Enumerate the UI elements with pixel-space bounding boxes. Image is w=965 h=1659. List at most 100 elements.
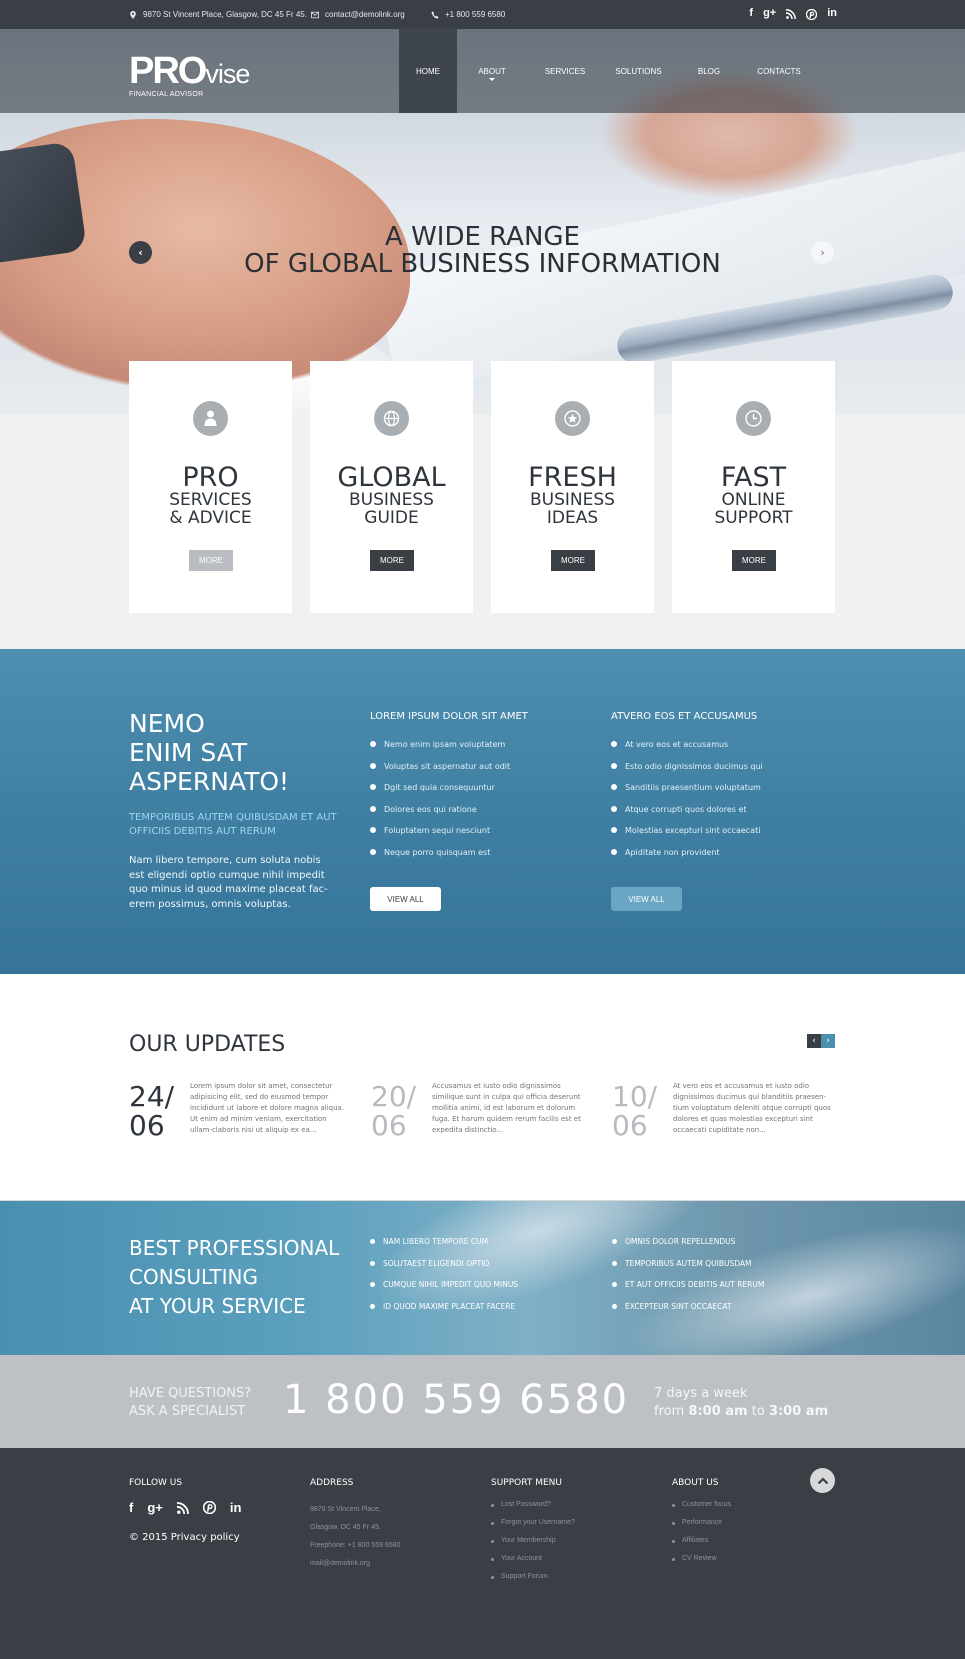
- list-item[interactable]: Apiditate non provident: [611, 848, 763, 870]
- list-item[interactable]: Neque porro quisquam est: [370, 848, 510, 870]
- facebook-icon[interactable]: f: [129, 1500, 133, 1515]
- slider-next-button[interactable]: ›: [811, 241, 834, 264]
- post-text-2[interactable]: Accusamus et iusto odio dignissimos simi…: [432, 1081, 590, 1136]
- google-plus-icon[interactable]: g+: [147, 1500, 163, 1515]
- footer-address: 9870 St Vincent Place, Glasgow, DC 45 Fr…: [310, 1506, 401, 1567]
- list-item[interactable]: At vero eos et accusamus: [611, 740, 763, 762]
- footer-link[interactable]: Forgot your Username?: [491, 1519, 575, 1537]
- updates-title: OUR UPDATES: [129, 1032, 286, 1057]
- bullet-icon: [370, 1239, 375, 1244]
- location-pin-icon: [130, 10, 136, 19]
- feature-title: FRESH: [528, 462, 617, 493]
- bullet-icon: [370, 1282, 375, 1288]
- feature-subtitle-1: ONLINE: [721, 490, 786, 510]
- footer-link[interactable]: Your Membership: [491, 1537, 575, 1555]
- footer-link[interactable]: Customer focus: [672, 1501, 731, 1519]
- copyright[interactable]: © 2015 Privacy policy: [129, 1532, 240, 1543]
- footer: FOLLOW US f g+ in © 2015 Privacy policy …: [0, 1448, 965, 1659]
- list-item[interactable]: Dolores eos qui ratione: [370, 805, 510, 827]
- google-plus-icon[interactable]: g+: [763, 7, 776, 20]
- nav-blog[interactable]: BLOG: [674, 29, 744, 113]
- footer-link[interactable]: Lost Password?: [491, 1501, 575, 1519]
- nav-about[interactable]: ABOUT: [457, 29, 527, 113]
- footer-link[interactable]: CV Review: [672, 1555, 731, 1573]
- list-item[interactable]: Dgit sed quia consequuntur: [370, 783, 510, 805]
- contact-band: HAVE QUESTIONS? ASK A SPECIALIST 1 800 5…: [0, 1355, 965, 1448]
- footer-about-menu: Customer focus Performance Affiliates CV…: [672, 1501, 731, 1573]
- feature-subtitle-1: BUSINESS: [349, 490, 434, 510]
- feature-subtitle-2: & ADVICE: [169, 508, 252, 528]
- rss-icon[interactable]: [176, 1502, 189, 1514]
- consulting-list-2: OMNIS DOLOR REPELLENDUS TEMPORIBUS AUTEM…: [612, 1237, 764, 1324]
- list-item[interactable]: Molestias excepturi sint occaecati: [611, 826, 763, 848]
- pinterest-icon[interactable]: [806, 9, 818, 20]
- list-item[interactable]: Sanditiis praesentium voluptatum: [611, 783, 763, 805]
- more-button[interactable]: MORE: [732, 550, 776, 571]
- bullet-icon: [612, 1282, 617, 1288]
- feature-subtitle-2: SUPPORT: [714, 508, 793, 528]
- star-icon: [555, 401, 590, 436]
- bullet-icon: [611, 762, 617, 769]
- chevron-right-icon: ›: [826, 1036, 830, 1046]
- logo-tagline: FINANCIAL ADVISOR: [129, 91, 204, 98]
- bullet-icon: [612, 1260, 617, 1266]
- post-date-3: 10/ 06: [612, 1080, 658, 1142]
- col1-list: Nemo enim ipsam voluptatem Voluptas sit …: [370, 740, 510, 870]
- footer-link[interactable]: Performance: [672, 1519, 731, 1537]
- nav-home[interactable]: HOME: [399, 29, 457, 113]
- more-button[interactable]: MORE: [189, 550, 233, 571]
- facebook-icon[interactable]: f: [749, 7, 753, 20]
- bullet-icon: [672, 1522, 675, 1525]
- bullet-icon: [611, 848, 617, 855]
- info-heading: NEMO ENIM SAT ASPERNATO!: [129, 709, 290, 796]
- updates-prev-button[interactable]: ‹: [807, 1034, 821, 1048]
- nav-services[interactable]: SERVICES: [527, 29, 603, 113]
- more-button[interactable]: MORE: [370, 550, 414, 571]
- feature-subtitle-1: SERVICES: [169, 490, 252, 510]
- footer-link[interactable]: Affiliates: [672, 1537, 731, 1555]
- topbar-email[interactable]: contact@demolink.org: [311, 10, 405, 19]
- footer-link[interactable]: Support Forum: [491, 1573, 575, 1591]
- topbar-email-text[interactable]: contact@demolink.org: [325, 10, 405, 19]
- list-item[interactable]: Atque corrupti quos dolores et: [611, 805, 763, 827]
- bullet-icon: [491, 1558, 494, 1561]
- feature-title: FAST: [720, 462, 787, 493]
- pinterest-icon[interactable]: [202, 1501, 216, 1514]
- more-button[interactable]: MORE: [551, 550, 595, 571]
- list-item: SOLUTAEST ELIGENDI OPTIO: [370, 1259, 518, 1281]
- scroll-to-top-button[interactable]: [810, 1468, 835, 1493]
- list-item[interactable]: Esto odio dignissimos ducimus qui: [611, 762, 763, 784]
- info-section: NEMO ENIM SAT ASPERNATO! TEMPORIBUS AUTE…: [0, 649, 965, 974]
- site-logo[interactable]: PROvise FINANCIAL ADVISOR: [129, 52, 250, 98]
- footer-support-title: SUPPORT MENU: [491, 1478, 562, 1488]
- bullet-icon: [672, 1540, 675, 1543]
- nav-contacts[interactable]: CONTACTS: [744, 29, 814, 113]
- footer-link[interactable]: Your Account: [491, 1555, 575, 1573]
- bullet-icon: [370, 848, 376, 855]
- bullet-icon: [612, 1239, 617, 1244]
- slider-prev-button[interactable]: ‹: [129, 241, 152, 264]
- col1-title: LOREM IPSUM DOLOR SIT AMET: [370, 711, 528, 722]
- list-item: NAM LIBERO TEMPORE CUM: [370, 1237, 518, 1259]
- col2-title: ATVERO EOS ET ACCUSAMUS: [611, 711, 758, 722]
- rss-icon[interactable]: [786, 9, 797, 19]
- bullet-icon: [491, 1522, 494, 1525]
- bullet-icon: [672, 1558, 675, 1561]
- bullet-icon: [611, 805, 617, 812]
- consulting-list-1: NAM LIBERO TEMPORE CUM SOLUTAEST ELIGEND…: [370, 1237, 518, 1324]
- nav-solutions[interactable]: SOLUTIONS: [603, 29, 674, 113]
- view-all-button-1[interactable]: VIEW ALL: [370, 887, 441, 911]
- phone-number[interactable]: 1 800 559 6580: [283, 1377, 629, 1423]
- view-all-button-2[interactable]: VIEW ALL: [611, 887, 682, 911]
- updates-next-button[interactable]: ›: [821, 1034, 835, 1048]
- list-item[interactable]: Foluptatem sequi nesciunt: [370, 826, 510, 848]
- linkedin-icon[interactable]: in: [827, 7, 837, 20]
- post-text-3[interactable]: At vero eos et accusamus et iusto odio d…: [673, 1081, 831, 1136]
- list-item[interactable]: Nemo enim ipsam voluptatem: [370, 740, 510, 762]
- linkedin-icon[interactable]: in: [230, 1500, 242, 1515]
- clock-icon: [736, 401, 771, 436]
- feature-card-fast: FAST ONLINE SUPPORT MORE: [672, 361, 835, 613]
- bullet-icon: [370, 1304, 375, 1310]
- list-item[interactable]: Voluptas sit aspernatur aut odit: [370, 762, 510, 784]
- post-text-1[interactable]: Lorem ipsum dolor sit amet, consectetur …: [190, 1081, 348, 1136]
